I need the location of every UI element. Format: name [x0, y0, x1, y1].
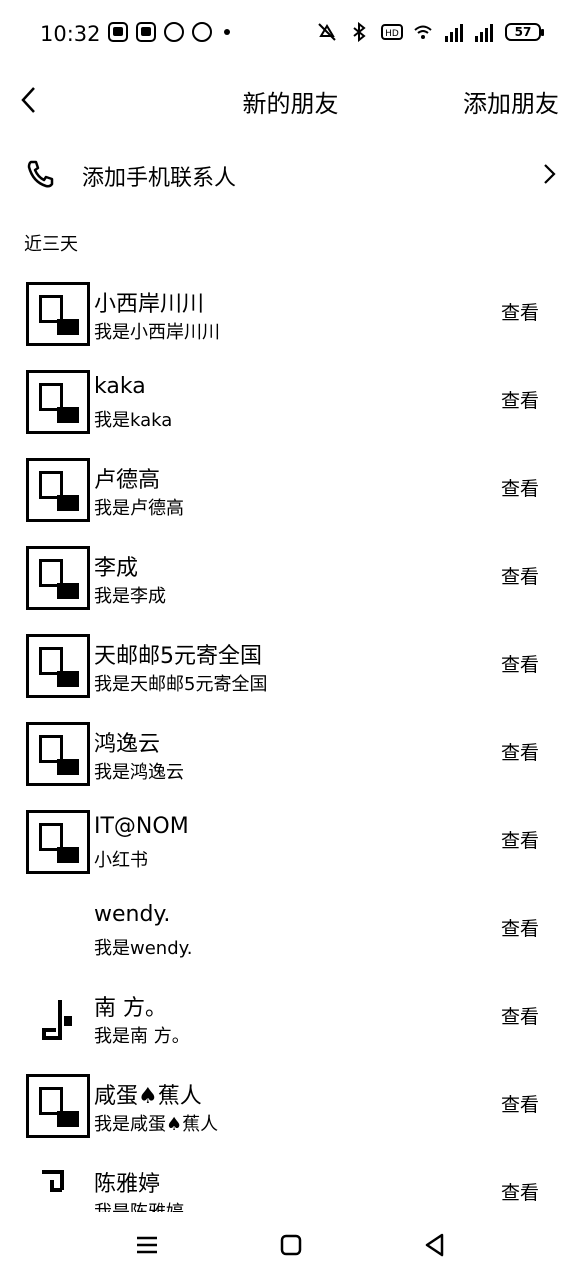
avatar[interactable]	[26, 898, 90, 962]
friend-name: 李成	[94, 556, 139, 581]
app-notification-icon	[108, 22, 128, 42]
view-button[interactable]: 查看	[500, 1178, 539, 1205]
friend-row[interactable]: 天邮邮5元寄全国 我是天邮邮5元寄全国 查看	[0, 622, 581, 710]
friend-row[interactable]: 小西岸川川 我是小西岸川川 查看	[0, 270, 581, 358]
status-bar: 10:32 HD 57	[0, 0, 581, 70]
friend-message: 我是卢德高	[94, 498, 184, 519]
friend-row[interactable]: wendy. 我是wendy. 查看	[0, 886, 581, 974]
view-button[interactable]: 查看	[500, 914, 539, 941]
friend-row[interactable]: 鸿逸云 我是鸿逸云 查看	[0, 710, 581, 798]
back-triangle-icon[interactable]	[420, 1230, 450, 1260]
home-icon[interactable]	[276, 1230, 306, 1260]
friend-name: wendy.	[94, 902, 171, 927]
friend-message: 我是李成	[94, 586, 166, 607]
friend-row[interactable]: 咸蛋♠蕉人 我是咸蛋♠蕉人 查看	[0, 1062, 581, 1150]
friend-name: 陈雅婷	[94, 1172, 161, 1197]
signal-4g-icon	[475, 22, 493, 42]
view-button[interactable]: 查看	[500, 738, 539, 765]
section-label-recent: 近三天	[24, 234, 78, 255]
friend-row[interactable]: IT@NOM 小红书 查看	[0, 798, 581, 886]
mute-icon	[317, 22, 337, 42]
view-button[interactable]: 查看	[500, 298, 539, 325]
friend-message: 我是天邮邮5元寄全国	[94, 674, 268, 695]
avatar[interactable]	[26, 1162, 90, 1212]
friend-row[interactable]: kaka 我是kaka 查看	[0, 358, 581, 446]
friend-message: 我是kaka	[94, 410, 173, 431]
bluetooth-icon	[349, 21, 369, 43]
add-phone-contacts-row[interactable]: 添加手机联系人	[0, 142, 581, 206]
avatar[interactable]	[26, 986, 90, 1050]
battery-icon: 57	[505, 23, 544, 41]
friend-message: 我是小西岸川川	[94, 322, 220, 343]
friend-message: 我是鸿逸云	[94, 762, 184, 783]
signal-4g-icon	[445, 22, 463, 42]
app-notification-icon	[164, 22, 184, 42]
friend-message: 我是咸蛋♠蕉人	[94, 1114, 219, 1135]
view-button[interactable]: 查看	[500, 386, 539, 413]
avatar[interactable]	[26, 370, 90, 434]
friend-message: 我是陈雅婷	[94, 1198, 184, 1212]
friend-row[interactable]: 卢德高 我是卢德高 查看	[0, 446, 581, 534]
avatar[interactable]	[26, 282, 90, 346]
friend-name: IT@NOM	[94, 814, 189, 839]
friend-name: 天邮邮5元寄全国	[94, 644, 262, 669]
svg-text:HD: HD	[385, 29, 399, 39]
view-button[interactable]: 查看	[500, 474, 539, 501]
view-button[interactable]: 查看	[500, 1002, 539, 1029]
friend-row[interactable]: 李成 我是李成 查看	[0, 534, 581, 622]
header: 新的朋友 添加朋友	[0, 70, 581, 132]
avatar[interactable]	[26, 810, 90, 874]
friend-list: 小西岸川川 我是小西岸川川 查看 kaka 我是kaka 查看 卢德高 我是卢德…	[0, 270, 581, 1212]
view-button[interactable]: 查看	[500, 562, 539, 589]
friend-name: 咸蛋♠蕉人	[94, 1084, 202, 1109]
friend-row[interactable]: 南 方。 我是南 方。 查看	[0, 974, 581, 1062]
wifi-icon	[413, 22, 433, 42]
friend-name: 卢德高	[94, 468, 161, 493]
phone-icon	[24, 158, 56, 190]
system-nav-bar	[0, 1212, 581, 1280]
view-button[interactable]: 查看	[500, 1090, 539, 1117]
friend-name: 鸿逸云	[94, 732, 161, 757]
friend-name: kaka	[94, 374, 146, 399]
add-phone-contacts-label: 添加手机联系人	[82, 166, 237, 191]
avatar[interactable]	[26, 458, 90, 522]
view-button[interactable]: 查看	[500, 826, 539, 853]
friend-name: 南 方。	[94, 996, 167, 1021]
hd-icon: HD	[381, 22, 403, 42]
view-button[interactable]: 查看	[500, 650, 539, 677]
friend-message: 我是南 方。	[94, 1026, 190, 1047]
app-notification-icon	[136, 22, 156, 42]
avatar[interactable]	[26, 546, 90, 610]
new-friends-screen: 10:32 HD 57 新的朋友 添加朋友 添加手机联系人 近三天 小西岸川川 …	[0, 0, 581, 1280]
app-notification-icon	[192, 22, 212, 42]
avatar[interactable]	[26, 722, 90, 786]
friend-name: 小西岸川川	[94, 292, 205, 317]
more-notifications-icon	[224, 29, 230, 35]
notification-icons	[108, 22, 230, 42]
friend-message: 我是wendy.	[94, 938, 193, 959]
avatar[interactable]	[26, 634, 90, 698]
menu-icon[interactable]	[132, 1230, 162, 1260]
chevron-right-icon	[539, 160, 559, 188]
system-icons: HD 57	[317, 21, 544, 43]
status-time: 10:32	[40, 22, 101, 46]
friend-message: 小红书	[94, 850, 148, 871]
add-friend-button[interactable]: 添加朋友	[463, 84, 559, 119]
avatar[interactable]	[26, 1074, 90, 1138]
friend-row[interactable]: 陈雅婷 我是陈雅婷 查看	[0, 1150, 581, 1212]
